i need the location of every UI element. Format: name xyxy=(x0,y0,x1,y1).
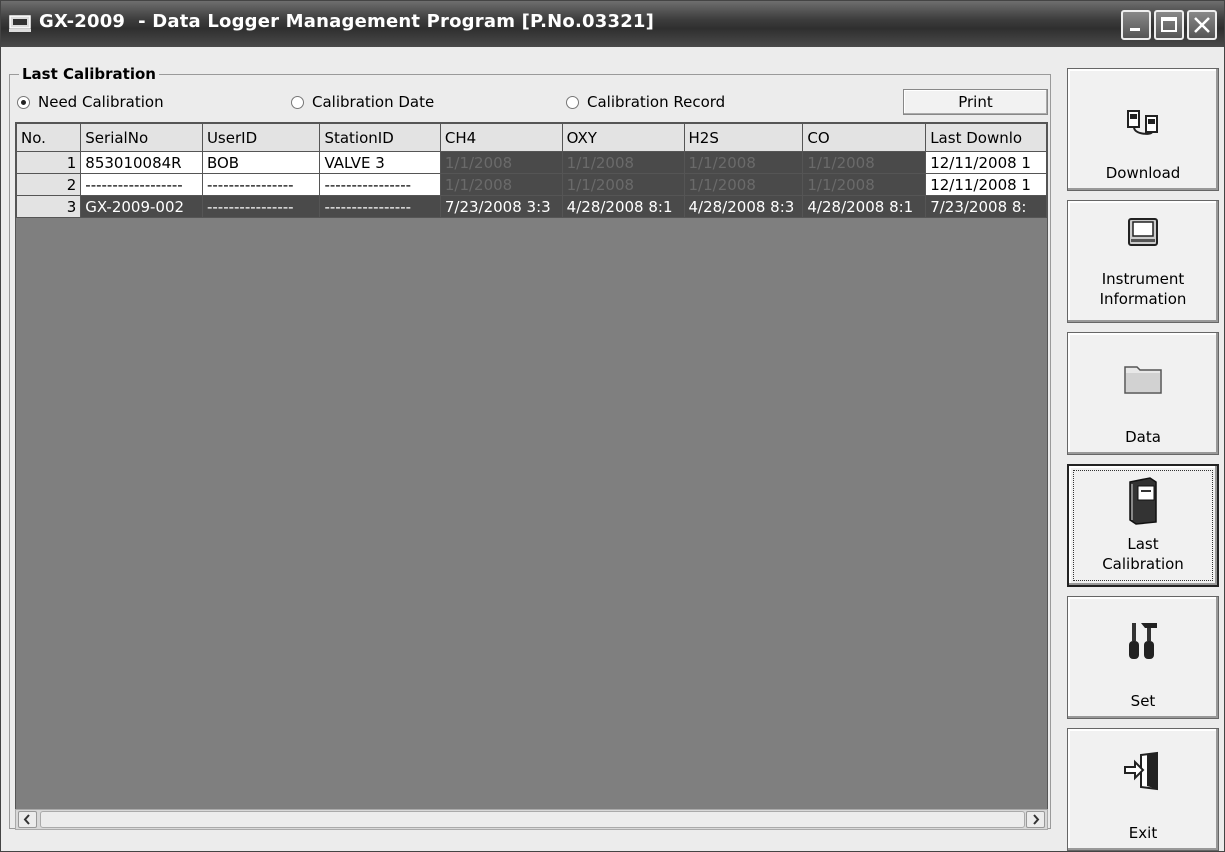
column-header[interactable]: SerialNo xyxy=(80,123,203,152)
calibration-book-icon xyxy=(1126,476,1160,530)
scroll-right-button[interactable] xyxy=(1026,811,1045,828)
download-icon xyxy=(1126,107,1160,141)
column-header[interactable]: Last Downlo xyxy=(925,123,1047,152)
column-header[interactable]: UserID xyxy=(201,123,321,152)
radio-dot xyxy=(566,95,579,109)
last-calibration-button[interactable]: Last Calibration xyxy=(1067,464,1219,587)
chevron-right-icon xyxy=(1033,814,1040,825)
h2s-cell[interactable]: 1/1/2008 xyxy=(683,151,804,174)
set-button[interactable]: Set xyxy=(1067,596,1219,719)
radio-label: Calibration Date xyxy=(312,93,435,111)
column-header[interactable]: OXY xyxy=(561,123,685,152)
row-number: 1 xyxy=(16,151,82,174)
radio-label: Need Calibration xyxy=(38,93,164,111)
title-bar[interactable]: GX-2009 - Data Logger Management Program… xyxy=(1,1,1224,47)
ch4-cell[interactable]: 1/1/2008 xyxy=(439,173,563,196)
table-row[interactable]: 1 853010084R BOB VALVE 3 1/1/2008 1/1/20… xyxy=(16,151,1047,174)
scroll-left-button[interactable] xyxy=(18,811,37,828)
app-window: GX-2009 - Data Logger Management Program… xyxy=(0,0,1225,852)
app-icon xyxy=(9,15,31,33)
exit-button[interactable]: Exit xyxy=(1067,728,1219,851)
column-header[interactable]: StationID xyxy=(319,123,441,152)
h2s-cell[interactable]: 4/28/2008 8:3 xyxy=(683,195,804,218)
stationid-cell[interactable]: VALVE 3 xyxy=(319,151,441,174)
exit-door-icon xyxy=(1123,751,1163,795)
horizontal-scrollbar[interactable] xyxy=(15,809,1048,830)
co-cell[interactable]: 1/1/2008 xyxy=(802,151,927,174)
instrument-icon xyxy=(1126,217,1160,253)
oxy-cell[interactable]: 4/28/2008 8:1 xyxy=(561,195,685,218)
column-header[interactable]: H2S xyxy=(683,123,804,152)
data-button[interactable]: Data xyxy=(1067,332,1219,455)
table-row[interactable]: 2 ------------------ ---------------- --… xyxy=(16,173,1047,196)
serial-cell[interactable]: GX-2009-002 xyxy=(80,195,203,218)
close-icon xyxy=(1194,17,1210,33)
window-title: GX-2009 - Data Logger Management Program… xyxy=(39,11,655,32)
ch4-cell[interactable]: 7/23/2008 3:3 xyxy=(439,195,563,218)
calibration-table: No. SerialNo UserID StationID CH4 OXY H2… xyxy=(16,123,1047,218)
set-label: Set xyxy=(1130,692,1156,710)
userid-cell[interactable]: ---------------- xyxy=(201,173,321,196)
header-row: No. SerialNo UserID StationID CH4 OXY H2… xyxy=(16,123,1047,152)
calibration-grid[interactable]: No. SerialNo UserID StationID CH4 OXY H2… xyxy=(15,122,1048,830)
folder-icon xyxy=(1123,361,1163,399)
row-number: 3 xyxy=(16,195,82,218)
minimize-icon xyxy=(1130,28,1140,31)
need-calibration-radio[interactable]: Need Calibration xyxy=(17,91,164,113)
stationid-cell[interactable]: ---------------- xyxy=(319,173,441,196)
tools-icon xyxy=(1125,619,1161,665)
data-label: Data xyxy=(1125,428,1161,446)
exit-label: Exit xyxy=(1128,824,1158,842)
row-number: 2 xyxy=(16,173,82,196)
minimize-button[interactable] xyxy=(1121,10,1151,40)
print-button[interactable]: Print xyxy=(903,89,1048,115)
instrument-information-button[interactable]: Instrument Information xyxy=(1067,200,1219,323)
calibration-record-radio[interactable]: Calibration Record xyxy=(566,91,725,113)
last-download-cell[interactable]: 12/11/2008 1 xyxy=(925,173,1047,196)
maximize-icon xyxy=(1161,17,1177,32)
chevron-left-icon xyxy=(23,814,30,825)
maximize-button[interactable] xyxy=(1154,10,1184,40)
radio-dot xyxy=(17,95,30,109)
serial-cell[interactable]: 853010084R xyxy=(80,151,203,174)
last-download-cell[interactable]: 7/23/2008 8: xyxy=(925,195,1047,218)
radio-label: Calibration Record xyxy=(587,93,726,111)
download-button[interactable]: Download xyxy=(1067,68,1219,191)
column-header[interactable]: CH4 xyxy=(439,123,563,152)
column-header[interactable]: CO xyxy=(802,123,927,152)
calibration-date-radio[interactable]: Calibration Date xyxy=(291,91,434,113)
ch4-cell[interactable]: 1/1/2008 xyxy=(439,151,563,174)
table-row-selected[interactable]: 3 GX-2009-002 ---------------- ---------… xyxy=(16,195,1047,218)
co-cell[interactable]: 1/1/2008 xyxy=(802,173,927,196)
stationid-cell[interactable]: ---------------- xyxy=(319,195,441,218)
group-legend: Last Calibration xyxy=(19,65,159,83)
h2s-cell[interactable]: 1/1/2008 xyxy=(683,173,804,196)
userid-cell[interactable]: BOB xyxy=(201,151,321,174)
scroll-thumb[interactable] xyxy=(40,811,1025,828)
radio-dot xyxy=(291,95,304,109)
instrument-information-label: Instrument Information xyxy=(1099,270,1187,308)
download-label: Download xyxy=(1105,164,1181,182)
co-cell[interactable]: 4/28/2008 8:1 xyxy=(802,195,927,218)
serial-cell[interactable]: ------------------ xyxy=(80,173,203,196)
oxy-cell[interactable]: 1/1/2008 xyxy=(561,151,685,174)
column-header[interactable]: No. xyxy=(16,123,82,152)
oxy-cell[interactable]: 1/1/2008 xyxy=(561,173,685,196)
last-calibration-label: Last Calibration xyxy=(1102,535,1184,573)
last-download-cell[interactable]: 12/11/2008 1 xyxy=(925,151,1047,174)
userid-cell[interactable]: ---------------- xyxy=(201,195,321,218)
close-button[interactable] xyxy=(1187,10,1217,40)
